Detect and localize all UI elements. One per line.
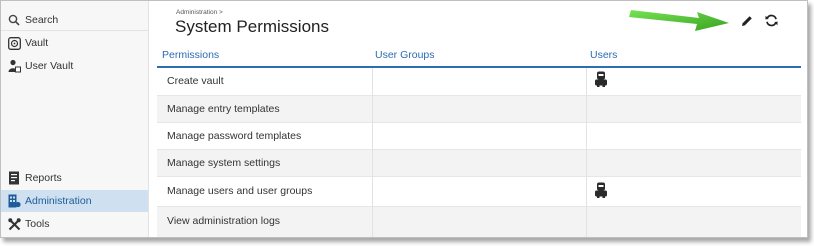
permission-label: Manage password templates bbox=[167, 130, 302, 142]
refresh-icon bbox=[764, 14, 778, 30]
column-header-users[interactable]: Users bbox=[590, 49, 617, 61]
main-content: Administration > System Permissions Perm… bbox=[149, 1, 807, 237]
column-divider bbox=[372, 68, 373, 237]
vault-icon bbox=[7, 36, 21, 50]
divider bbox=[1, 30, 148, 31]
table-row[interactable]: View administration logs bbox=[157, 207, 801, 237]
sidebar-item-label: Vault bbox=[25, 37, 49, 49]
sidebar-item-label: Reports bbox=[25, 172, 62, 184]
tools-icon bbox=[7, 217, 21, 231]
page-title: System Permissions bbox=[175, 17, 329, 36]
user-icon[interactable] bbox=[594, 71, 608, 87]
permission-label: Manage entry templates bbox=[167, 103, 280, 115]
table-row[interactable]: Manage password templates bbox=[157, 123, 801, 150]
sidebar-item-user-vault[interactable]: User Vault bbox=[1, 55, 148, 77]
column-header-user-groups[interactable]: User Groups bbox=[375, 49, 435, 61]
permission-label: View administration logs bbox=[167, 215, 281, 227]
refresh-button[interactable] bbox=[762, 13, 780, 31]
app-window: Search Vault User Vault Reports Administ… bbox=[0, 0, 808, 238]
permission-label: Manage system settings bbox=[167, 157, 281, 169]
column-divider bbox=[586, 68, 587, 237]
table-row[interactable]: Create vault bbox=[157, 68, 801, 96]
table-row[interactable]: Manage entry templates bbox=[157, 96, 801, 123]
sidebar-item-search[interactable]: Search bbox=[1, 9, 148, 31]
table-row[interactable]: Manage system settings bbox=[157, 150, 801, 177]
breadcrumb[interactable]: Administration > bbox=[176, 9, 223, 16]
edit-button[interactable] bbox=[738, 13, 756, 31]
user-vault-icon bbox=[7, 59, 21, 73]
sidebar-item-tools[interactable]: Tools bbox=[1, 213, 148, 235]
reports-icon bbox=[7, 171, 21, 185]
table-header: Permissions User Groups Users bbox=[157, 46, 801, 68]
search-icon bbox=[7, 13, 21, 27]
sidebar-item-label: Search bbox=[25, 14, 59, 26]
administration-icon bbox=[7, 194, 21, 208]
green-arrow-annotation bbox=[629, 10, 729, 31]
permission-label: Create vault bbox=[167, 75, 224, 87]
sidebar-item-label: User Vault bbox=[25, 60, 74, 72]
sidebar-item-vault[interactable]: Vault bbox=[1, 32, 148, 54]
column-header-permissions[interactable]: Permissions bbox=[162, 49, 219, 61]
sidebar-item-reports[interactable]: Reports bbox=[1, 167, 148, 189]
sidebar-item-administration[interactable]: Administration bbox=[1, 190, 148, 212]
sidebar-item-label: Tools bbox=[25, 218, 50, 230]
permission-label: Manage users and user groups bbox=[167, 185, 313, 197]
user-icon[interactable] bbox=[594, 182, 608, 198]
sidebar: Search Vault User Vault Reports Administ… bbox=[1, 1, 149, 237]
pencil-icon bbox=[741, 15, 753, 30]
table-row[interactable]: Manage users and user groups bbox=[157, 177, 801, 207]
sidebar-item-label: Administration bbox=[25, 195, 92, 207]
